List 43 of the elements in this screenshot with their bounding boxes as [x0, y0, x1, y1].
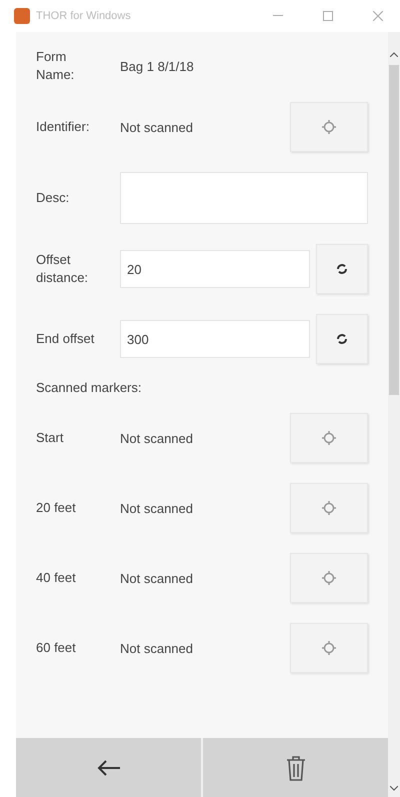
reset-button[interactable] [316, 244, 368, 294]
scan-status: Not scanned [120, 570, 194, 586]
field-label: Desc: [36, 189, 70, 207]
scan-button[interactable] [290, 413, 368, 463]
scroll-down-icon[interactable] [390, 786, 398, 791]
field-value: Bag 1 8/1/18 [120, 58, 195, 74]
minimize-icon[interactable] [273, 15, 283, 17]
crosshair-icon [321, 640, 337, 656]
crosshair-icon [321, 500, 337, 516]
back-arrow-icon [96, 760, 120, 776]
close-icon[interactable] [373, 11, 383, 21]
trash-icon [286, 754, 306, 780]
scan-status: Not scanned [120, 500, 194, 516]
crosshair-icon [321, 430, 337, 446]
input-field[interactable]: 300 [120, 320, 310, 358]
app-logo-icon [14, 8, 30, 24]
scroll-up-icon[interactable] [390, 52, 398, 57]
scan-button[interactable] [290, 483, 368, 533]
refresh-icon [336, 263, 348, 275]
scan-button[interactable] [290, 102, 368, 152]
scan-button[interactable] [290, 553, 368, 603]
scan-button[interactable] [290, 623, 368, 673]
field-label: End offset [36, 330, 96, 348]
crosshair-icon [321, 570, 337, 586]
field-label: Identifier: [36, 118, 90, 136]
scan-status: Not scanned [120, 640, 194, 656]
scan-status: Not scanned [120, 120, 194, 134]
crosshair-icon [321, 119, 337, 135]
field-label: Form Name: [36, 48, 76, 84]
refresh-icon [336, 333, 348, 345]
marker-label: 40 feet [36, 569, 77, 587]
marker-label: 20 feet [36, 499, 77, 517]
marker-label: Start [36, 429, 64, 447]
scan-status: Not scanned [120, 430, 194, 446]
input-field[interactable]: 20 [120, 250, 310, 288]
field-label: Offset distance: [36, 251, 90, 287]
input-field[interactable] [120, 172, 368, 224]
section-heading: Scanned markers: [36, 380, 142, 395]
maximize-icon[interactable] [323, 11, 333, 21]
reset-button[interactable] [316, 314, 368, 364]
scrollbar-thumb[interactable] [389, 65, 399, 395]
window-title: THOR for Windows [36, 10, 132, 22]
marker-label: 60 feet [36, 639, 77, 657]
